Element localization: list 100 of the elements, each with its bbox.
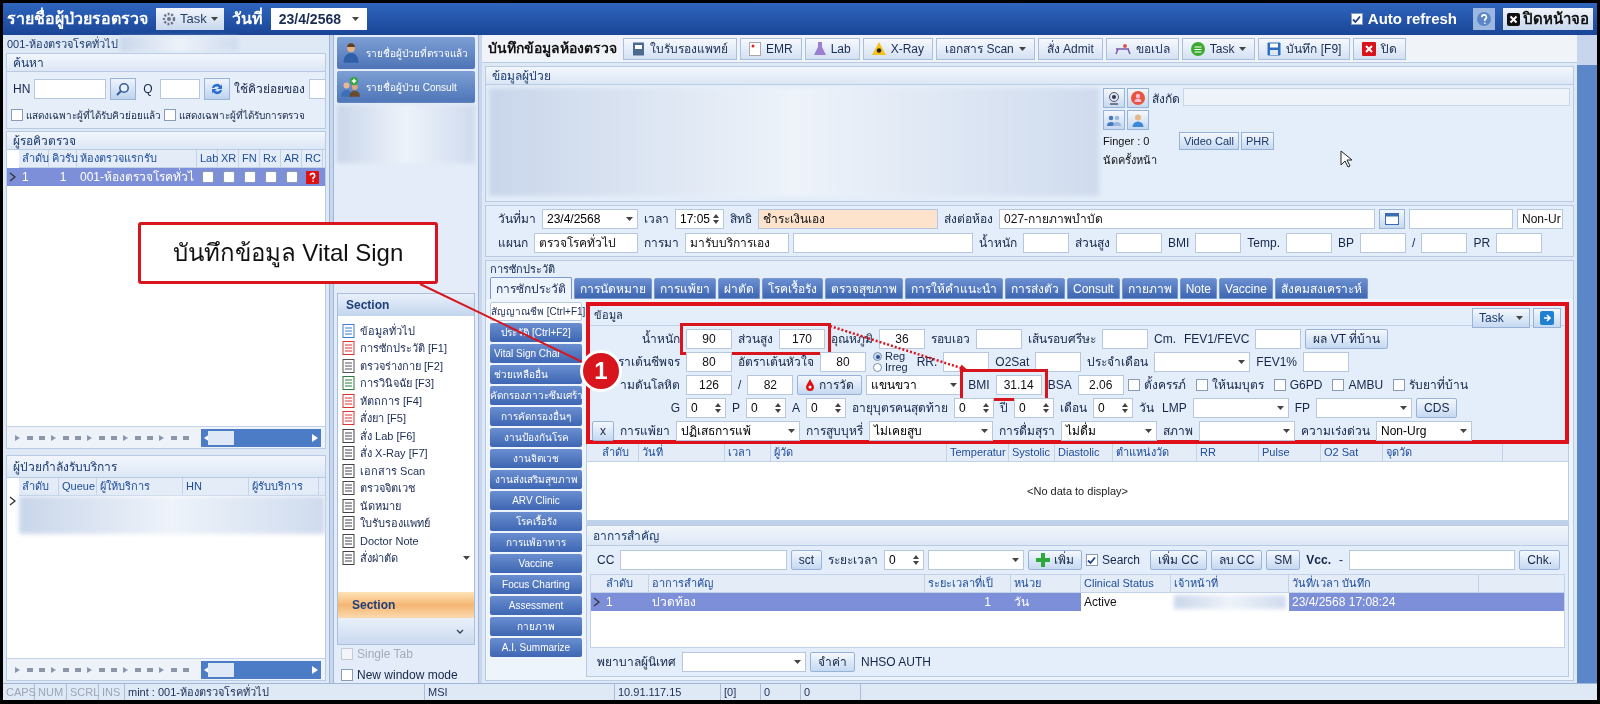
column-header[interactable]: Clinical Status xyxy=(1081,575,1171,592)
column-header[interactable]: ผู้วัด xyxy=(771,444,947,461)
column-header[interactable]: ผู้รับบริการ xyxy=(249,478,319,495)
column-header[interactable]: หน่วย xyxy=(1011,575,1081,592)
column-header[interactable]: RR xyxy=(1197,444,1259,461)
button[interactable]: การวัด xyxy=(797,375,863,395)
tab[interactable]: Consult xyxy=(1067,278,1120,299)
dropdown-field[interactable]: แขนขวา xyxy=(866,375,963,395)
column-header[interactable]: คิวรับ xyxy=(49,150,77,167)
input-field[interactable]: 80 xyxy=(820,352,866,372)
section-item[interactable]: การซักประวัติ [F1] xyxy=(342,339,470,357)
button[interactable]: เพิ่ม CC xyxy=(1150,550,1207,570)
button[interactable]: Video Call xyxy=(1179,132,1239,150)
input-field[interactable]: ชำระเงินเอง xyxy=(758,209,939,229)
toolbar-button[interactable]: EMR xyxy=(740,37,802,60)
button[interactable]: Chk. xyxy=(1519,550,1560,570)
column-header[interactable]: ห้องตรวจแรกรับ xyxy=(77,150,197,167)
button[interactable]: ลบ CC xyxy=(1210,550,1263,570)
column-header[interactable]: เจ้าหน้าที่ xyxy=(1171,575,1289,592)
toolbar-button[interactable]: ใบรับรองแพทย์ xyxy=(623,37,737,60)
column-header[interactable]: AR xyxy=(281,150,302,167)
column-header[interactable]: FN xyxy=(239,150,260,167)
tab[interactable]: Vaccine xyxy=(1219,278,1273,299)
input-field[interactable]: ตรวจโรคทั่วไป xyxy=(534,233,638,253)
toolbar-button[interactable]: Lab xyxy=(804,37,860,60)
spin-field[interactable]: 0 xyxy=(883,550,924,570)
section-item[interactable]: หัตถการ [F4] xyxy=(342,392,470,410)
section-item[interactable]: การวินิจฉัย [F3] xyxy=(342,374,470,392)
column-header[interactable]: ผู้ให้บริการ xyxy=(97,478,183,495)
button[interactable]: SM xyxy=(1266,550,1301,570)
side-tab[interactable]: งานป้องกันโรค xyxy=(490,428,582,447)
column-header[interactable]: O2 Sat xyxy=(1321,444,1383,461)
tab[interactable]: การนัดหมาย xyxy=(574,278,652,299)
input-field[interactable]: มารับบริการเอง xyxy=(685,233,789,253)
toolbar-button[interactable]: X-Ray xyxy=(862,37,934,60)
tab[interactable]: Note xyxy=(1179,278,1218,299)
spin-field[interactable]: 0 xyxy=(686,398,726,418)
tab[interactable]: การให้คำแนะนำ xyxy=(905,278,1003,299)
tab[interactable]: สังคมสงเคราะห์ xyxy=(1274,278,1368,299)
input-field[interactable]: 027-กายภาพบำบัด xyxy=(999,209,1375,229)
input-field[interactable]: 36 xyxy=(879,329,925,349)
patient-list-button[interactable]: รายชื่อผู้ป่วยที่ตรวจแล้ว xyxy=(337,37,475,69)
section-item[interactable]: ข้อมูลทั่วไป xyxy=(342,322,470,340)
section-item[interactable]: สั่งยา [F5] xyxy=(342,409,470,427)
tab[interactable]: การส่งตัว xyxy=(1005,278,1065,299)
input-field[interactable]: 80 xyxy=(686,352,732,372)
column-header[interactable]: Temperatur xyxy=(947,444,1009,461)
section-item[interactable]: สั่ง X-Ray [F7] xyxy=(342,444,470,462)
spin-field[interactable]: 0 xyxy=(954,398,995,418)
column-header[interactable]: Pulse xyxy=(1259,444,1321,461)
button[interactable]: PHR xyxy=(1240,132,1275,150)
column-header[interactable]: Lab xyxy=(197,150,218,167)
spin-field[interactable]: 0 xyxy=(1093,398,1134,418)
dropdown-field[interactable]: ไม่เคยสูบ xyxy=(869,421,993,441)
side-tab[interactable]: ARV Clinic xyxy=(490,491,582,510)
side-tab[interactable]: งานส่งเสริมสุขภาพ xyxy=(490,470,582,489)
input-field[interactable]: 31.14 xyxy=(995,375,1042,395)
tab[interactable]: โรคเรื้อรัง xyxy=(762,278,823,299)
toolbar-button[interactable]: สั่ง Admit xyxy=(1037,37,1103,60)
column-header[interactable]: ตำแหน่งวัด xyxy=(1113,444,1197,461)
side-tab[interactable]: Focus Charting xyxy=(490,575,582,594)
button[interactable]: ผล VT ที่บ้าน xyxy=(1305,329,1389,349)
dropdown-field[interactable]: ไม่ดื่ม xyxy=(1061,421,1157,441)
date-field[interactable]: 23/4/2568 xyxy=(270,8,367,30)
spin-field[interactable]: 0 xyxy=(746,398,786,418)
toolbar-button[interactable]: Task xyxy=(1181,37,1256,60)
patient-list-button[interactable]: รายชื่อผู้ป่วย Consult xyxy=(337,71,475,103)
section-item[interactable]: สั่ง Lab [F6] xyxy=(342,427,470,445)
dropdown-field[interactable]: 23/4/2568 xyxy=(542,209,638,229)
side-tab[interactable]: ช่วยเหลืออื่น xyxy=(490,365,582,384)
section-item[interactable]: ใบรับรองแพทย์ xyxy=(342,514,470,532)
column-header[interactable]: วันที่/เวลา บันทึก xyxy=(1289,575,1479,592)
column-header[interactable]: จุดวัด xyxy=(1383,444,1503,461)
toolbar-button[interactable]: ขอเปล xyxy=(1105,37,1179,60)
column-header[interactable]: XR xyxy=(218,150,239,167)
side-tab[interactable]: การแพ้อาหาร xyxy=(490,533,582,552)
section-footer[interactable]: Section xyxy=(338,592,474,618)
side-tab[interactable]: คัดกรองภาวะซึมเศร้า xyxy=(490,386,582,405)
tab[interactable]: ตรวจสุขภาพ xyxy=(825,278,903,299)
spin-field[interactable]: 0 xyxy=(1014,398,1055,418)
column-header[interactable]: ลำดับ xyxy=(19,150,49,167)
input-field[interactable]: Non-Ur xyxy=(1517,209,1563,229)
side-tab[interactable]: กายภาพ xyxy=(490,617,582,636)
tab[interactable]: ผ่าตัด xyxy=(718,278,760,299)
table-row[interactable]: 1 ปวดท้อง 1 วัน Active 23/4/2568 17:08:24 xyxy=(591,593,1564,611)
section-item[interactable]: ตรวจจิตเวช xyxy=(342,479,470,497)
column-header[interactable]: Rx xyxy=(260,150,281,167)
side-tab[interactable]: Assessment xyxy=(490,596,582,615)
dropdown-field[interactable]: Non-Urg xyxy=(1376,421,1472,441)
column-header[interactable]: ลำดับ xyxy=(603,575,649,592)
tab[interactable]: กายภาพ xyxy=(1121,278,1178,299)
column-header[interactable]: อาการสำคัญ xyxy=(649,575,925,592)
side-tab[interactable]: A.I. Summarize xyxy=(490,638,582,657)
button[interactable]: x xyxy=(592,421,614,441)
section-item[interactable]: ตรวจร่างกาย [F2] xyxy=(342,357,470,375)
column-header[interactable]: Diastolic xyxy=(1055,444,1113,461)
section-item[interactable]: สั่งผ่าตัด xyxy=(342,549,470,567)
side-tab[interactable]: Vital Sign Char xyxy=(490,344,582,363)
toolbar-button[interactable]: บันทึก [F9] xyxy=(1258,37,1351,60)
section-item[interactable]: Doctor Note xyxy=(342,532,470,550)
